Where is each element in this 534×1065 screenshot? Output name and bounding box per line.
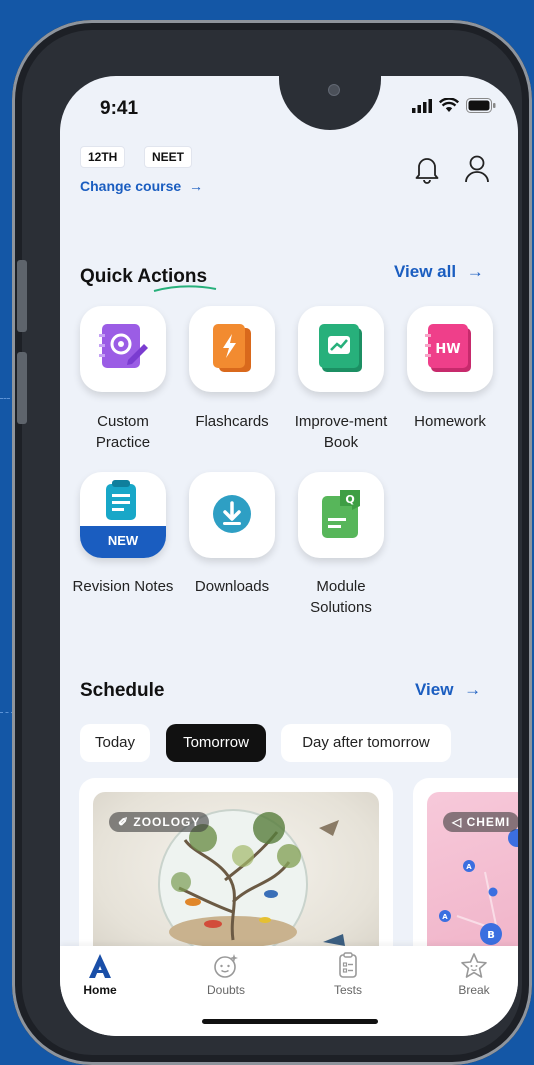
- subject-tag: ◁ CHEMI: [443, 812, 518, 832]
- volume-up-button: [17, 260, 27, 332]
- nav-home-label: Home: [83, 983, 117, 997]
- nav-tests-label: Tests: [333, 983, 362, 997]
- homework-icon: HW: [425, 324, 471, 372]
- trend-icon: [319, 324, 362, 372]
- schedule-card-zoology[interactable]: ✐ ZOOLOGY: [79, 778, 393, 968]
- home-icon: [89, 954, 111, 978]
- status-icons: [412, 98, 496, 113]
- subject-tag-label: ZOOLOGY: [133, 815, 201, 829]
- downloads-button[interactable]: [189, 472, 275, 558]
- flashcards-button[interactable]: [189, 306, 275, 392]
- status-time: 9:41: [100, 98, 139, 119]
- break-icon: [461, 953, 487, 978]
- module-icon: Q: [322, 490, 360, 538]
- course-chip-exam[interactable]: NEET: [144, 146, 193, 168]
- atom-label: A: [466, 863, 472, 871]
- schedule-view-link[interactable]: View →: [415, 680, 481, 700]
- homework-label: Homework: [414, 413, 486, 430]
- phone-frame: 9:41 12TH NEET Change course → Quick Act…: [12, 20, 532, 1065]
- revision-notes-button[interactable]: NEW: [80, 472, 166, 558]
- nav-tests[interactable]: Tests: [308, 952, 388, 997]
- home-indicator[interactable]: [202, 1019, 378, 1024]
- doubts-icon: [214, 954, 238, 978]
- tab-day-after-tomorrow[interactable]: Day after tomorrow: [281, 724, 451, 762]
- subject-tag: ✐ ZOOLOGY: [109, 812, 210, 832]
- revision-notes-label: Revision Notes: [72, 578, 174, 595]
- schedule-view-label: View: [415, 680, 454, 699]
- svg-text:HW: HW: [435, 342, 460, 357]
- camera: [328, 84, 340, 96]
- custom-practice-label: Custom Practice: [95, 413, 151, 451]
- atom-label: A: [442, 913, 448, 921]
- tests-icon: [339, 952, 357, 978]
- title-underline: [153, 285, 217, 292]
- download-icon: [213, 495, 251, 533]
- battery-icon: [466, 98, 496, 113]
- view-all-label: View all: [394, 262, 457, 281]
- bell-icon[interactable]: [414, 154, 440, 184]
- arrow-right-icon: →: [464, 680, 482, 699]
- volume-down-button: [17, 352, 27, 424]
- nav-break-label: Break: [458, 983, 490, 997]
- subject-tag-icon: ✐: [118, 815, 134, 829]
- nav-doubts[interactable]: Doubts: [186, 952, 266, 997]
- user-icon[interactable]: [464, 154, 490, 184]
- tab-today[interactable]: Today: [80, 724, 150, 762]
- background-dash-line: [0, 398, 10, 399]
- schedule-card-chemistry[interactable]: A A B ◁ CHEMI: [413, 778, 518, 968]
- new-badge: NEW: [80, 526, 166, 558]
- app-screen: 9:41 12TH NEET Change course → Quick Act…: [60, 76, 518, 1036]
- view-all-link[interactable]: View all →: [394, 262, 484, 282]
- change-course-link[interactable]: Change course →: [80, 178, 203, 194]
- notch: [279, 76, 381, 130]
- nav-doubts-label: Doubts: [206, 983, 246, 997]
- zoology-card-image: ✐ ZOOLOGY: [93, 792, 379, 958]
- downloads-label: Downloads: [194, 578, 270, 595]
- svg-text:Q: Q: [345, 493, 354, 506]
- tab-tomorrow[interactable]: Tomorrow: [166, 724, 266, 762]
- improvement-book-label: Improve-ment Book: [294, 413, 388, 451]
- notes-icon: [106, 480, 136, 520]
- flashcards-label: Flashcards: [195, 413, 269, 430]
- nav-home[interactable]: Home: [60, 952, 140, 997]
- improvement-book-button[interactable]: [298, 306, 384, 392]
- target-icon: [99, 324, 148, 368]
- arrow-right-icon: →: [466, 262, 484, 281]
- wifi-icon: [439, 98, 459, 112]
- course-chip-class[interactable]: 12TH: [80, 146, 126, 168]
- module-solutions-button[interactable]: Q: [298, 472, 384, 558]
- module-solutions-label: Module Solutions: [310, 578, 372, 616]
- flashcard-icon: [213, 324, 251, 372]
- schedule-title: Schedule: [80, 680, 165, 701]
- homework-button[interactable]: HW: [407, 306, 493, 392]
- subject-tag-icon: ◁: [452, 815, 467, 829]
- arrow-right-icon: →: [189, 178, 204, 194]
- bottom-nav: Home Doubts Tests Break: [60, 946, 518, 1036]
- signal-icon: [412, 98, 432, 113]
- atom-label: B: [487, 930, 495, 941]
- nav-break[interactable]: Break: [434, 952, 514, 997]
- subject-tag-label: CHEMI: [466, 815, 511, 829]
- custom-practice-button[interactable]: [80, 306, 166, 392]
- change-course-label: Change course: [80, 178, 182, 194]
- chemistry-card-image: A A B ◁ CHEMI: [427, 792, 518, 958]
